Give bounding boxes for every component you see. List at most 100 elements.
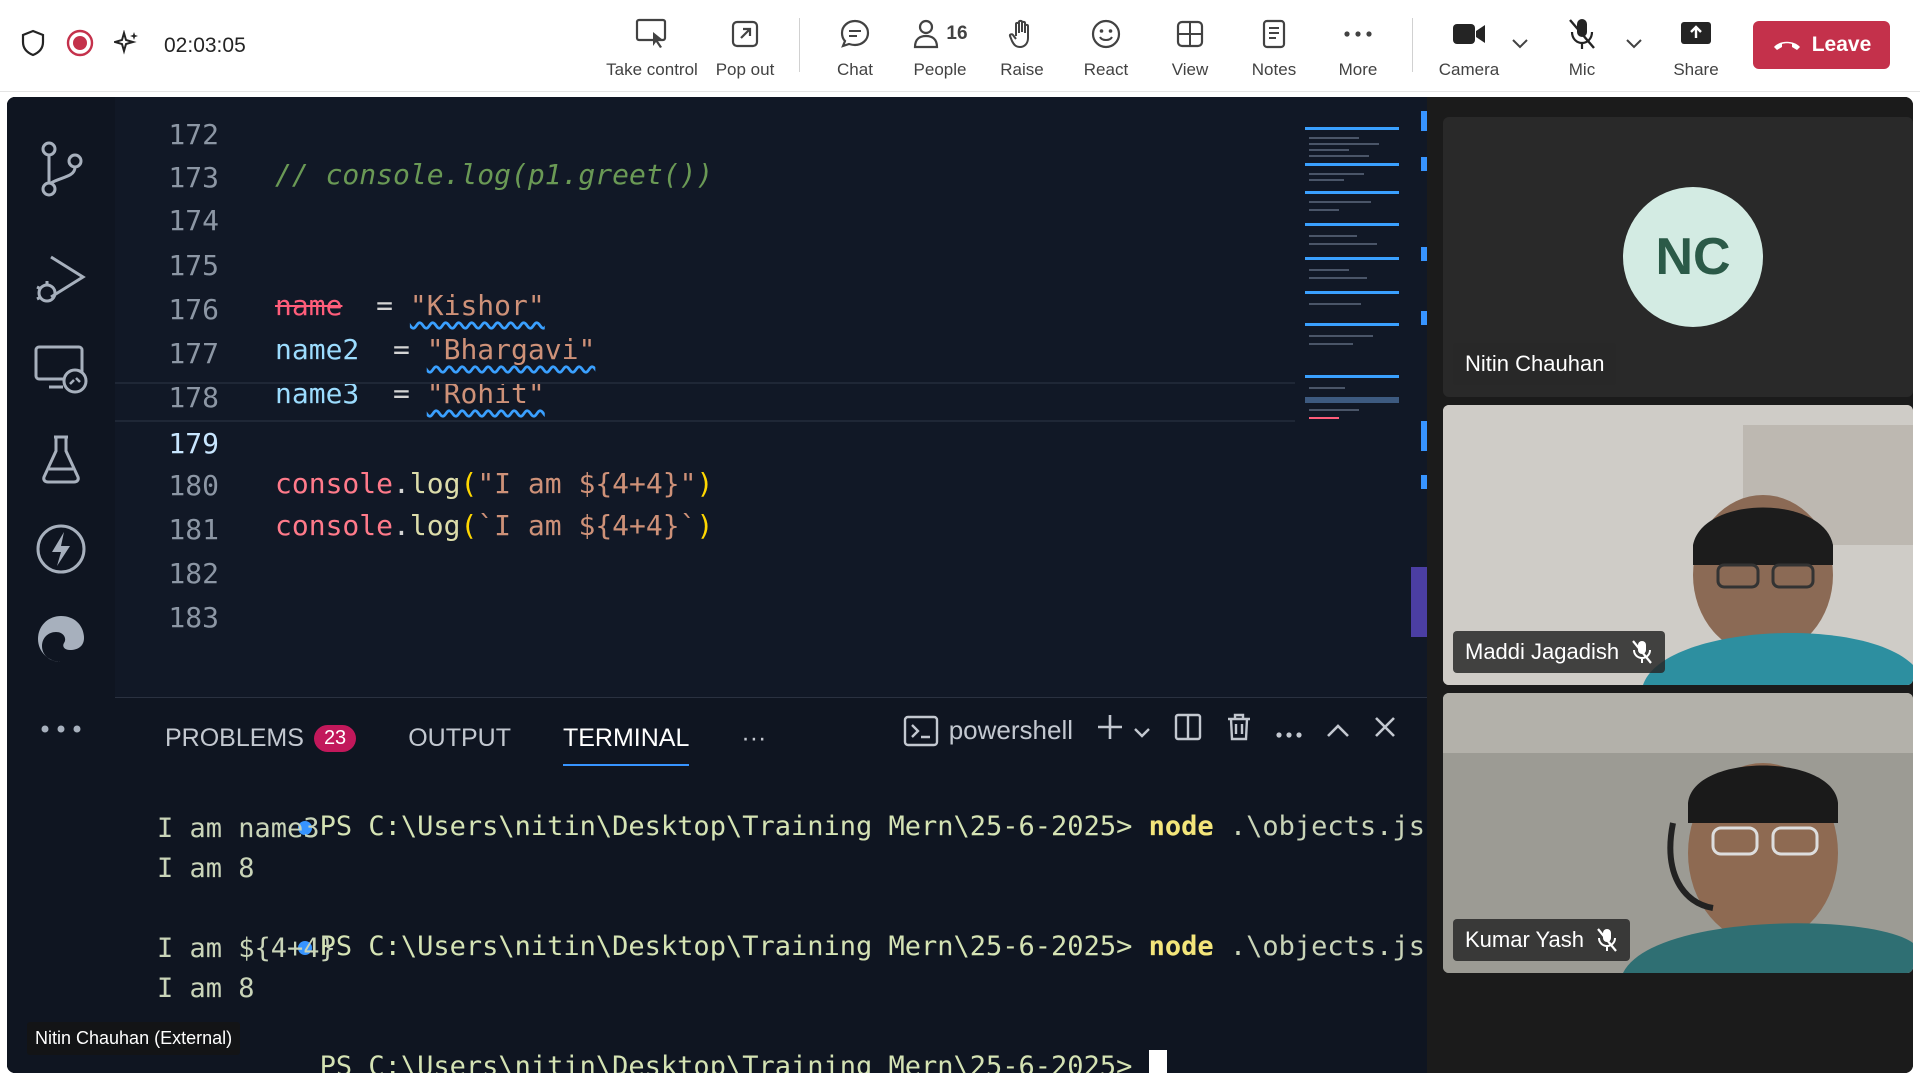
line-number: 183 <box>168 601 219 634</box>
panel-more-label: ··· <box>741 723 767 752</box>
avatar: NC <box>1623 187 1763 327</box>
more-button[interactable]: More <box>1323 14 1393 84</box>
terminal-command-line: PS C:\Users\nitin\Desktop\Training Mern\… <box>135 770 1425 842</box>
mic-muted-icon <box>1597 928 1617 952</box>
tab-problems[interactable]: PROBLEMS 23 <box>165 718 357 758</box>
terminal-prompt: PS C:\Users\nitin\Desktop\Training Mern\… <box>319 1051 1149 1073</box>
panel-more-tabs[interactable]: ··· <box>741 718 766 758</box>
shell-name: powershell <box>948 715 1073 745</box>
participant-name-tag: Kumar Yash <box>1453 919 1631 961</box>
view-button[interactable]: View <box>1155 14 1225 84</box>
lightning-icon[interactable] <box>29 517 93 581</box>
editor-scrollbar[interactable] <box>1411 97 1427 697</box>
terminal-command: node <box>1148 811 1214 842</box>
pop-out-icon <box>730 14 760 54</box>
participant-tile[interactable]: NC Nitin Chauhan <box>1443 117 1913 397</box>
terminal-command-line: PS C:\Users\nitin\Desktop\Training Mern\… <box>135 890 1425 962</box>
chat-button[interactable]: Chat <box>820 14 890 84</box>
mic-button[interactable]: Mic <box>1547 14 1617 84</box>
more-views-dots-icon[interactable] <box>29 697 93 761</box>
raise-label: Raise <box>1000 60 1044 79</box>
raise-hand-button[interactable]: Raise <box>987 14 1057 84</box>
people-count: 16 <box>946 23 968 44</box>
pop-out-button[interactable]: Pop out <box>710 14 780 84</box>
problems-count-badge: 23 <box>313 724 357 752</box>
camera-icon <box>1452 14 1486 54</box>
shield-icon[interactable] <box>20 29 46 62</box>
terminal-input-line[interactable]: PS C:\Users\nitin\Desktop\Training Mern\… <box>157 1010 1167 1073</box>
recording-icon <box>66 29 94 62</box>
split-terminal-icon[interactable] <box>1173 712 1203 749</box>
panel-tabs: PROBLEMS 23 OUTPUT TERMINAL ··· <box>165 718 766 766</box>
mic-options-chevron-icon[interactable] <box>1625 36 1643 54</box>
sparkle-icon[interactable] <box>111 29 140 61</box>
raise-hand-icon <box>1007 14 1037 54</box>
code-line-current: 179 console.log("I am ${4+4}") <box>115 382 1295 500</box>
meeting-timer: 02:03:05 <box>164 33 246 57</box>
code-line: 182 <box>115 514 1295 590</box>
tab-output-label: OUTPUT <box>408 723 511 752</box>
vscode-activity-bar <box>7 97 115 1073</box>
terminal-arg: .\objects.js <box>1213 811 1425 842</box>
toolbar-divider <box>799 18 800 72</box>
kill-terminal-trash-icon[interactable] <box>1225 712 1253 749</box>
editor-minimap[interactable] <box>1305 97 1401 497</box>
leave-button[interactable]: Leave <box>1753 21 1890 69</box>
smiley-icon <box>1090 14 1122 54</box>
take-control-label: Take control <box>606 60 698 79</box>
take-control-icon <box>635 14 669 54</box>
take-control-button[interactable]: Take control <box>605 14 699 84</box>
more-label: More <box>1338 60 1378 79</box>
react-label: React <box>1083 60 1129 79</box>
tab-terminal-label: TERMINAL <box>562 723 690 752</box>
people-label: People <box>913 60 967 79</box>
camera-button[interactable]: Camera <box>1431 14 1507 84</box>
new-terminal-plus-icon[interactable] <box>1095 712 1125 749</box>
panel-more-actions-icon[interactable] <box>1275 715 1303 746</box>
edge-browser-icon[interactable] <box>29 607 93 671</box>
tab-terminal[interactable]: TERMINAL <box>562 718 690 766</box>
remote-explorer-icon[interactable] <box>29 337 93 401</box>
people-icon-group: 16 <box>912 14 968 54</box>
source-control-icon[interactable] <box>29 137 93 201</box>
participant-name: Maddi Jagadish <box>1465 639 1620 664</box>
view-label: View <box>1171 60 1209 79</box>
people-button[interactable]: 16 People <box>905 14 975 84</box>
code-line: 173 <box>115 118 1295 194</box>
terminal-prompt: PS C:\Users\nitin\Desktop\Training Mern\… <box>319 811 1149 842</box>
pop-out-label: Pop out <box>715 60 775 79</box>
toolbar-divider-2 <box>1412 18 1413 72</box>
notes-label: Notes <box>1251 60 1297 79</box>
participant-name-tag: Nitin Chauhan <box>1453 343 1617 385</box>
notes-icon <box>1260 14 1288 54</box>
code-line: 178 <box>115 338 1295 414</box>
participant-name: Kumar Yash <box>1465 927 1585 952</box>
grid-view-icon <box>1175 14 1205 54</box>
participant-tile[interactable]: Maddi Jagadish <box>1443 405 1913 685</box>
code-line: 181 <box>115 470 1295 546</box>
share-button[interactable]: Share <box>1661 14 1731 84</box>
testing-flask-icon[interactable] <box>29 427 93 491</box>
close-panel-icon[interactable] <box>1373 715 1397 746</box>
terminal-output-line: I am ${4+4} <box>157 933 336 964</box>
toolbar-left: 02:03:05 <box>20 29 246 62</box>
notes-button[interactable]: Notes <box>1239 14 1309 84</box>
mic-label: Mic <box>1568 60 1596 79</box>
code-line: 180 console.log(`I am ${4+4}`) <box>115 426 1295 542</box>
tab-output[interactable]: OUTPUT <box>408 718 511 758</box>
terminal-icon <box>903 715 938 746</box>
react-button[interactable]: React <box>1071 14 1141 84</box>
hang-up-icon <box>1773 41 1800 50</box>
camera-label: Camera <box>1438 60 1500 79</box>
maximize-panel-chevron-up-icon[interactable] <box>1325 715 1351 746</box>
terminal-dropdown-chevron-icon[interactable] <box>1133 715 1151 746</box>
camera-options-chevron-icon[interactable] <box>1511 36 1529 54</box>
participant-name: Nitin Chauhan <box>1465 351 1605 376</box>
terminal-shell-selector[interactable]: powershell <box>903 715 1073 747</box>
code-editor[interactable]: 172 // console.log(p1.greet()) 173 174 1… <box>115 97 1427 697</box>
code-line: 177 name3 = "Rohit" <box>115 294 1295 410</box>
participant-tile[interactable]: Kumar Yash <box>1443 693 1913 973</box>
run-debug-icon[interactable] <box>29 247 93 311</box>
terminal-output-line: I am 8 <box>157 973 255 1004</box>
presenter-name-label: Nitin Chauhan (External) <box>27 1022 241 1055</box>
